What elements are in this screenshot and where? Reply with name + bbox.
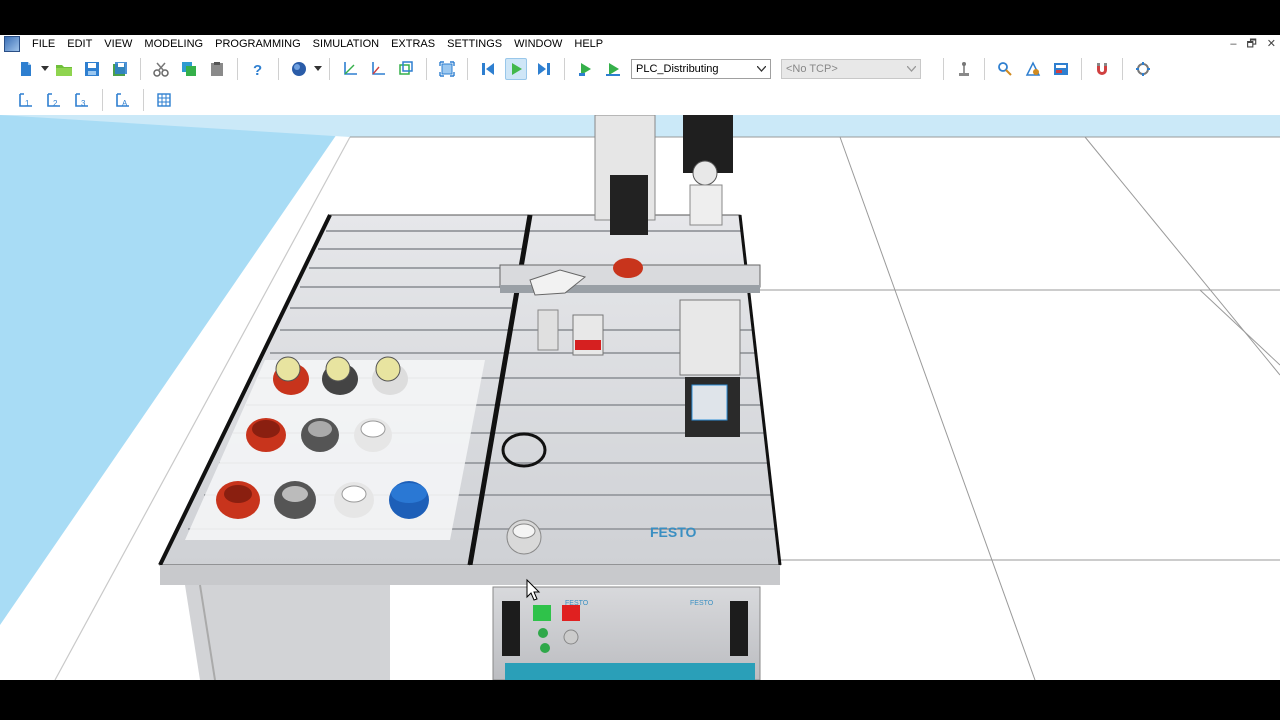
toolbar-separator	[278, 58, 279, 80]
program-select[interactable]: PLC_Distributing	[631, 59, 771, 79]
grid-icon[interactable]	[153, 89, 175, 111]
indicator-light	[540, 643, 550, 653]
play-simulation-icon[interactable]	[505, 58, 527, 80]
control-panel: FESTO FESTO	[492, 586, 761, 680]
video-letterbox-top	[0, 0, 1280, 35]
toolbar-separator	[329, 58, 330, 80]
application-window: FILE EDIT VIEW MODELING PROGRAMMING SIMU…	[0, 35, 1280, 680]
start-button-green[interactable]	[533, 605, 551, 621]
layer-3-icon[interactable]: 3	[71, 89, 93, 111]
svg-text:1: 1	[25, 99, 30, 108]
indicator-light	[538, 628, 548, 638]
toolbar-separator	[943, 58, 944, 80]
menu-settings[interactable]: SETTINGS	[441, 35, 508, 53]
measure-icon[interactable]	[1022, 58, 1044, 80]
save-all-icon[interactable]	[109, 58, 131, 80]
toolbar-separator	[984, 58, 985, 80]
open-folder-icon[interactable]	[53, 58, 75, 80]
svg-text:2: 2	[53, 99, 58, 108]
reset-simulation-icon[interactable]	[477, 58, 499, 80]
toolbar-separator	[102, 89, 103, 111]
magnet-icon[interactable]	[1091, 58, 1113, 80]
menu-window[interactable]: WINDOW	[508, 35, 568, 53]
menu-programming[interactable]: PROGRAMMING	[209, 35, 307, 53]
toolbar-separator	[1122, 58, 1123, 80]
video-letterbox-bottom	[0, 680, 1280, 720]
menu-help[interactable]: HELP	[568, 35, 609, 53]
save-icon[interactable]	[81, 58, 103, 80]
toolbar-separator	[237, 58, 238, 80]
window-controls: – 🗗 ✕	[1230, 35, 1276, 53]
svg-text:?: ?	[253, 62, 262, 77]
menu-edit[interactable]: EDIT	[61, 35, 98, 53]
menu-view[interactable]: VIEW	[98, 35, 138, 53]
io-terminal-right	[730, 601, 748, 656]
layer-1-icon[interactable]: 1	[15, 89, 37, 111]
run-program-icon[interactable]	[574, 58, 596, 80]
main-toolbar: ? PLC_Distributing <No TCP>	[0, 53, 1280, 85]
toolbar-separator	[426, 58, 427, 80]
axis-xy-icon[interactable]	[339, 58, 361, 80]
scene-canvas: FESTO FESTO FESTO	[0, 115, 1280, 680]
svg-text:3: 3	[81, 99, 86, 108]
new-dropdown-icon[interactable]	[40, 58, 50, 80]
minimize-button[interactable]: –	[1230, 35, 1236, 53]
help-question-icon[interactable]: ?	[247, 58, 269, 80]
frame-icon[interactable]	[395, 58, 417, 80]
tcp-select[interactable]: <No TCP>	[781, 59, 921, 79]
io-terminal-left	[502, 601, 520, 656]
toolbar-separator	[467, 58, 468, 80]
axis-xz-icon[interactable]	[367, 58, 389, 80]
festo-brand-label: FESTO	[650, 524, 697, 540]
chevron-down-icon	[757, 66, 766, 72]
menu-extras[interactable]: EXTRAS	[385, 35, 441, 53]
menu-file[interactable]: FILE	[26, 35, 61, 53]
step-simulation-icon[interactable]	[533, 58, 555, 80]
toolbar-separator	[564, 58, 565, 80]
panel-brand-right: FESTO	[690, 600, 714, 607]
fit-view-icon[interactable]	[436, 58, 458, 80]
layer-all-icon[interactable]: A	[112, 89, 134, 111]
menu-simulation[interactable]: SIMULATION	[307, 35, 385, 53]
view-dropdown-icon[interactable]	[313, 58, 323, 80]
menu-bar: FILE EDIT VIEW MODELING PROGRAMMING SIMU…	[0, 35, 1280, 53]
robot-teach-icon[interactable]	[953, 58, 975, 80]
library-icon[interactable]	[1050, 58, 1072, 80]
app-logo-icon[interactable]	[4, 36, 20, 52]
chevron-down-icon	[907, 66, 916, 72]
toolbar-separator	[140, 58, 141, 80]
restore-button[interactable]: 🗗	[1246, 35, 1256, 53]
3d-viewport[interactable]: FESTO FESTO FESTO	[0, 115, 1280, 680]
toolbar-separator	[1081, 58, 1082, 80]
program-select-value: PLC_Distributing	[636, 63, 719, 75]
cut-icon[interactable]	[150, 58, 172, 80]
io-connect-icon[interactable]	[1132, 58, 1154, 80]
new-file-icon[interactable]	[15, 58, 37, 80]
search-part-icon[interactable]	[994, 58, 1016, 80]
stop-button-red[interactable]	[562, 605, 580, 621]
svg-text:A: A	[122, 99, 128, 108]
menu-modeling[interactable]: MODELING	[138, 35, 209, 53]
tcp-select-value: <No TCP>	[786, 63, 838, 75]
key-switch[interactable]	[563, 629, 579, 645]
toolbar-separator	[143, 89, 144, 111]
secondary-toolbar: 1 2 3 A	[0, 85, 1280, 116]
panel-base	[505, 663, 755, 680]
run-step-icon[interactable]	[602, 58, 624, 80]
layer-2-icon[interactable]: 2	[43, 89, 65, 111]
close-button[interactable]: ✕	[1267, 35, 1276, 53]
paste-icon[interactable]	[206, 58, 228, 80]
globe-view-icon[interactable]	[288, 58, 310, 80]
copy-icon[interactable]	[178, 58, 200, 80]
